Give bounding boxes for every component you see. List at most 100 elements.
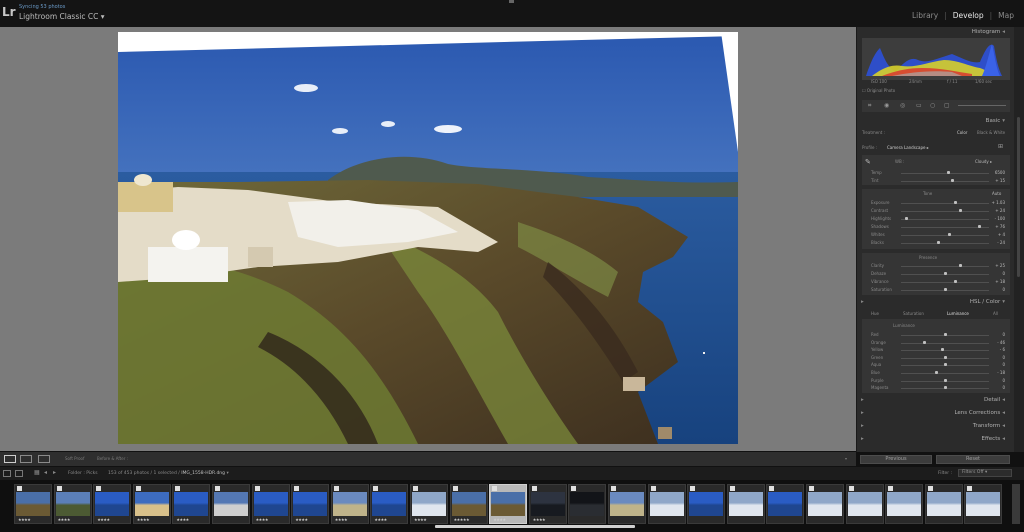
filmstrip-thumb[interactable]: ★★★★ bbox=[330, 484, 369, 524]
hist-shutter: 1/60 sec bbox=[975, 79, 992, 84]
top-panel-handle[interactable] bbox=[509, 0, 514, 3]
filmstrip-thumb[interactable] bbox=[766, 484, 805, 524]
reset-button[interactable]: Reset bbox=[936, 455, 1010, 464]
lens-corrections-header[interactable]: ▸ Lens Corrections ◂ bbox=[857, 408, 1015, 418]
filmstrip-thumb[interactable] bbox=[647, 484, 686, 524]
filmstrip-thumb[interactable] bbox=[608, 484, 646, 524]
slider-exposure[interactable]: Exposure + 1.03 bbox=[871, 200, 1011, 206]
auto-tone-button[interactable]: Auto bbox=[992, 191, 1001, 196]
wb-eyedropper-icon[interactable]: ✎ bbox=[865, 158, 871, 166]
forward-arrow-icon[interactable]: ▸ bbox=[53, 469, 56, 476]
transform-header[interactable]: ▸ Transform ◂ bbox=[857, 421, 1015, 431]
filmstrip-thumb[interactable] bbox=[726, 484, 765, 524]
tool-slider[interactable] bbox=[958, 105, 1006, 106]
photo-viewer[interactable] bbox=[0, 27, 856, 451]
slider-magenta[interactable]: Magenta 0 bbox=[871, 385, 1011, 391]
slider-blue[interactable]: Blue - 18 bbox=[871, 370, 1011, 376]
filmstrip-thumb[interactable] bbox=[845, 484, 884, 524]
hsl-tab-saturation[interactable]: Saturation bbox=[903, 311, 924, 316]
detail-header[interactable]: ▸ Detail ◂ bbox=[857, 395, 1015, 405]
loupe-view-icon[interactable] bbox=[4, 455, 16, 463]
hsl-tab-hue[interactable]: Hue bbox=[871, 311, 879, 316]
hsl-tab-luminance[interactable]: Luminance bbox=[947, 311, 969, 316]
folder-source[interactable]: Folder : Picks bbox=[68, 471, 98, 476]
second-window-icon[interactable] bbox=[15, 470, 23, 477]
slider-whites[interactable]: Whites + 4 bbox=[871, 232, 1011, 238]
histogram-header[interactable]: Histogram ◂ bbox=[857, 27, 1015, 37]
filmstrip-scroll-right[interactable] bbox=[1012, 484, 1020, 524]
hsl-tab-all[interactable]: All bbox=[993, 311, 998, 316]
filmstrip-scrollbar[interactable] bbox=[435, 525, 635, 528]
module-map[interactable]: Map bbox=[998, 11, 1014, 20]
filmstrip-thumb[interactable]: ★★★★ bbox=[291, 484, 330, 524]
filmstrip-thumb[interactable] bbox=[924, 484, 963, 524]
radial-filter-icon[interactable]: ○ bbox=[930, 102, 935, 109]
filmstrip-thumb[interactable] bbox=[964, 484, 1003, 524]
tool-strip: ⌗ ◉ ◎ ▭ ○ ▢ bbox=[862, 100, 1010, 112]
panel-scrollbar[interactable] bbox=[1014, 27, 1024, 452]
crop-tool-icon[interactable]: ⌗ bbox=[868, 102, 871, 110]
toolbar-menu-icon[interactable]: ▾ bbox=[845, 456, 847, 461]
graduated-filter-icon[interactable]: ▭ bbox=[916, 102, 922, 109]
slider-blacks[interactable]: Blacks - 24 bbox=[871, 240, 1011, 246]
filmstrip-thumb[interactable]: ★★★★ bbox=[489, 484, 528, 524]
filmstrip-thumb[interactable]: ★★★★★ bbox=[449, 484, 488, 524]
develop-right-panel: Histogram ◂ ISO 100 24mm f / 11 1/60 sec … bbox=[856, 27, 1014, 452]
slider-aqua[interactable]: Aqua 0 bbox=[871, 362, 1011, 368]
back-arrow-icon[interactable]: ◂ bbox=[44, 469, 47, 476]
lightroom-logo: Lr bbox=[2, 5, 16, 19]
treatment-bw[interactable]: Black & White bbox=[977, 130, 1005, 135]
filmstrip-thumb[interactable]: ★★★★ bbox=[53, 484, 92, 524]
before-after-icon[interactable] bbox=[20, 455, 32, 463]
slider-orange[interactable]: Orange - 46 bbox=[871, 340, 1011, 346]
filmstrip-thumb[interactable] bbox=[885, 484, 924, 524]
slider-highlights[interactable]: Highlights - 100 bbox=[871, 216, 1011, 222]
profile-browser-icon[interactable]: ⊞ bbox=[998, 143, 1003, 150]
soft-proof-toggle[interactable]: Soft Proof bbox=[65, 456, 84, 461]
basic-header[interactable]: Basic ▾ bbox=[857, 116, 1015, 126]
filmstrip-thumb[interactable] bbox=[806, 484, 844, 524]
slider-purple[interactable]: Purple 0 bbox=[871, 378, 1011, 384]
filmstrip-thumb[interactable]: ★★★★ bbox=[528, 484, 567, 524]
filmstrip-thumb[interactable] bbox=[687, 484, 726, 524]
slider-contrast[interactable]: Contrast + 24 bbox=[871, 208, 1011, 214]
slider-green[interactable]: Green 0 bbox=[871, 355, 1011, 361]
effects-header[interactable]: ▸ Effects ◂ bbox=[857, 434, 1015, 444]
hsl-header[interactable]: ▸ HSL / Color ▾ bbox=[857, 297, 1015, 307]
temp-slider[interactable]: Temp 6500 bbox=[871, 170, 1011, 176]
treatment-color[interactable]: Color bbox=[957, 130, 967, 135]
filmstrip-thumb[interactable]: ★★★★ bbox=[93, 484, 132, 524]
filmstrip-thumb[interactable]: ★★★★ bbox=[251, 484, 290, 524]
filmstrip-thumb[interactable]: ★★★★ bbox=[132, 484, 171, 524]
filmstrip-thumb[interactable] bbox=[212, 484, 250, 524]
filmstrip-thumb[interactable]: ★★★★ bbox=[14, 484, 52, 524]
module-library[interactable]: Library bbox=[912, 11, 938, 20]
filmstrip-thumb[interactable] bbox=[568, 484, 607, 524]
red-eye-icon[interactable]: ◎ bbox=[900, 102, 905, 109]
main-photo bbox=[118, 32, 738, 444]
spot-removal-icon[interactable]: ◉ bbox=[884, 102, 889, 109]
slider-vibrance[interactable]: Vibrance + 18 bbox=[871, 279, 1011, 285]
filmstrip-thumb[interactable]: ★★★★ bbox=[370, 484, 409, 524]
filmstrip-thumb[interactable]: ★★★★ bbox=[410, 484, 448, 524]
slider-red[interactable]: Red 0 bbox=[871, 332, 1011, 338]
tint-slider[interactable]: Tint + 15 bbox=[871, 178, 1011, 184]
slider-dehaze[interactable]: Dehaze 0 bbox=[871, 271, 1011, 277]
main-window-icon[interactable] bbox=[3, 470, 11, 477]
wb-dropdown[interactable]: Cloudy ▸ bbox=[975, 159, 992, 164]
compare-icon[interactable] bbox=[38, 455, 50, 463]
slider-saturation[interactable]: Saturation 0 bbox=[871, 287, 1011, 293]
original-photo-checkbox[interactable]: ☐ Original Photo bbox=[862, 88, 895, 93]
module-develop[interactable]: Develop bbox=[953, 11, 984, 20]
previous-button[interactable]: Previous bbox=[860, 455, 932, 464]
filmstrip-thumb[interactable]: ★★★★ bbox=[172, 484, 211, 524]
app-title[interactable]: Lightroom Classic CC ▾ bbox=[19, 12, 104, 21]
hist-aperture: f / 11 bbox=[947, 79, 958, 84]
profile-dropdown[interactable]: Camera Landscape ▸ bbox=[887, 145, 929, 150]
brush-icon[interactable]: ▢ bbox=[944, 102, 950, 109]
slider-yellow[interactable]: Yellow - 6 bbox=[871, 347, 1011, 353]
slider-clarity[interactable]: Clarity + 25 bbox=[871, 263, 1011, 269]
grid-view-icon[interactable]: ▦ bbox=[34, 469, 40, 476]
slider-shadows[interactable]: Shadows + 76 bbox=[871, 224, 1011, 230]
filter-dropdown[interactable]: Filters Off ▾ bbox=[958, 469, 1012, 477]
